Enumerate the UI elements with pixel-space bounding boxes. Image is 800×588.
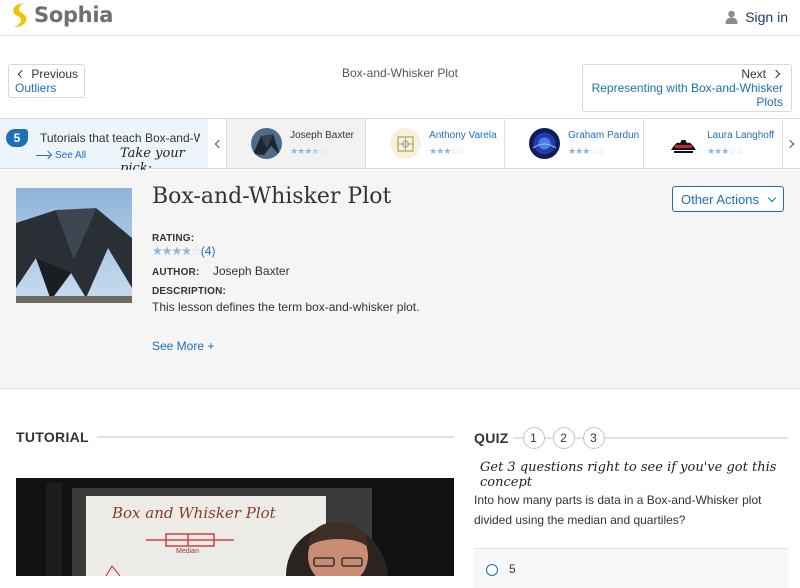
teacher-name: Joseph Baxter bbox=[290, 130, 354, 141]
teacher-card-graham-pardun[interactable]: Graham Pardun ★★★☆☆ bbox=[504, 119, 643, 168]
next-label: Next bbox=[741, 67, 766, 81]
tutorial-video[interactable]: Box and Whisker Plot Median bbox=[16, 478, 454, 576]
rating-stars-icon: ★★★☆☆ bbox=[707, 146, 743, 156]
avatar bbox=[390, 128, 422, 159]
strip-next-arrow[interactable] bbox=[782, 119, 800, 168]
answer-radio[interactable] bbox=[486, 564, 498, 576]
divider bbox=[96, 436, 454, 438]
avatar bbox=[251, 128, 283, 159]
quiz-question-2[interactable]: 2 bbox=[552, 427, 575, 449]
description-label: DESCRIPTION: bbox=[152, 286, 227, 297]
rating-stars-icon: ★★★☆☆ bbox=[429, 146, 465, 156]
tutorials-intro: 5 Tutorials that teach Box-and-Whisker P… bbox=[0, 119, 209, 176]
teacher-card-joseph-baxter[interactable]: Joseph Baxter ★★★★☆ bbox=[226, 119, 366, 168]
sophia-logo[interactable]: Sophia bbox=[10, 2, 113, 28]
teacher-card-anthony-varela[interactable]: Anthony Varela ★★★☆☆ bbox=[365, 119, 504, 168]
tutorial-section-header: TUTORIAL bbox=[16, 429, 454, 445]
top-bar: Sophia Sign in bbox=[0, 0, 800, 36]
other-actions-label: Other Actions bbox=[680, 191, 760, 207]
lesson-thumbnail bbox=[16, 188, 132, 303]
answer-option[interactable]: 5 bbox=[474, 548, 788, 588]
chevron-right-icon bbox=[785, 139, 794, 148]
tutorial-count-badge: 5 bbox=[6, 129, 28, 147]
arrow-right-icon bbox=[36, 154, 50, 157]
see-more-link[interactable]: See More + bbox=[152, 339, 214, 353]
logo-text: Sophia bbox=[34, 3, 114, 27]
lesson-navigation: Previous Outliers Box-and-Whisker Plot N… bbox=[0, 36, 800, 118]
divider bbox=[574, 437, 583, 439]
rating-stars-icon: ★★★☆☆ bbox=[568, 146, 604, 156]
divider bbox=[604, 437, 788, 439]
rating-count[interactable]: (4) bbox=[201, 244, 216, 258]
tutorial-heading: TUTORIAL bbox=[16, 429, 89, 445]
rating-stars-icon: ★★★★☆ bbox=[152, 244, 202, 258]
chevron-left-icon bbox=[214, 139, 224, 148]
rating-label: RATING: bbox=[152, 233, 195, 244]
video-board-text: Box and Whisker Plot bbox=[112, 504, 276, 522]
sign-in-link[interactable]: Sign in bbox=[725, 9, 788, 25]
teacher-name: Anthony Varela bbox=[429, 130, 497, 141]
rating-stars-icon: ★★★★☆ bbox=[290, 146, 326, 156]
lesson-description: This lesson defines the term box-and-whi… bbox=[152, 300, 420, 314]
lesson-rating: ★★★★☆ (4) bbox=[152, 244, 215, 258]
avatar bbox=[529, 128, 561, 159]
author-line: AUTHOR: Joseph Baxter bbox=[152, 264, 290, 278]
teacher-name: Graham Pardun bbox=[568, 130, 640, 141]
sophia-logo-icon bbox=[13, 3, 27, 27]
tutorials-text: Tutorials that teach Box-and-Whisker Plo… bbox=[40, 131, 200, 145]
strip-prev-arrow[interactable] bbox=[208, 119, 227, 168]
chevron-right-icon bbox=[771, 69, 781, 79]
lesson-title: Box-and-Whisker Plot bbox=[152, 184, 392, 209]
next-lesson-link[interactable]: Representing with Box-and-Whisker Plots bbox=[591, 81, 783, 109]
divider bbox=[512, 437, 523, 439]
next-button[interactable]: Next Representing with Box-and-Whisker P… bbox=[582, 64, 792, 112]
lesson-header: Box-and-Whisker Plot Other Actions RATIN… bbox=[0, 170, 800, 389]
author-label: AUTHOR: bbox=[152, 267, 200, 278]
user-icon bbox=[725, 10, 738, 24]
see-all-link[interactable]: See All bbox=[36, 150, 86, 161]
previous-lesson-link[interactable]: Outliers bbox=[15, 81, 78, 95]
answer-label: 5 bbox=[509, 562, 516, 576]
chevron-down-icon bbox=[767, 193, 777, 202]
quiz-section-header: QUIZ 1 2 3 bbox=[474, 427, 788, 449]
avatar bbox=[668, 128, 700, 159]
tutorials-strip: 5 Tutorials that teach Box-and-Whisker P… bbox=[0, 118, 800, 176]
author-name: Joseph Baxter bbox=[212, 264, 290, 278]
quiz-question-1[interactable]: 1 bbox=[522, 427, 545, 449]
teacher-card-laura-langhoff[interactable]: Laura Langhoff ★★★☆☆ bbox=[643, 119, 782, 168]
video-board-label: Median bbox=[176, 548, 199, 555]
quiz-tagline: Get 3 questions right to see if you've g… bbox=[480, 460, 777, 490]
quiz-heading: QUIZ bbox=[474, 430, 509, 446]
quiz-question-3[interactable]: 3 bbox=[582, 427, 605, 449]
other-actions-button[interactable]: Other Actions bbox=[672, 186, 784, 212]
quiz-question-text: Into how many parts is data in a Box-and… bbox=[474, 493, 762, 527]
teacher-name: Laura Langhoff bbox=[707, 130, 775, 141]
sign-in-label: Sign in bbox=[745, 9, 788, 25]
see-all-label: See All bbox=[55, 150, 87, 161]
divider bbox=[544, 437, 553, 439]
